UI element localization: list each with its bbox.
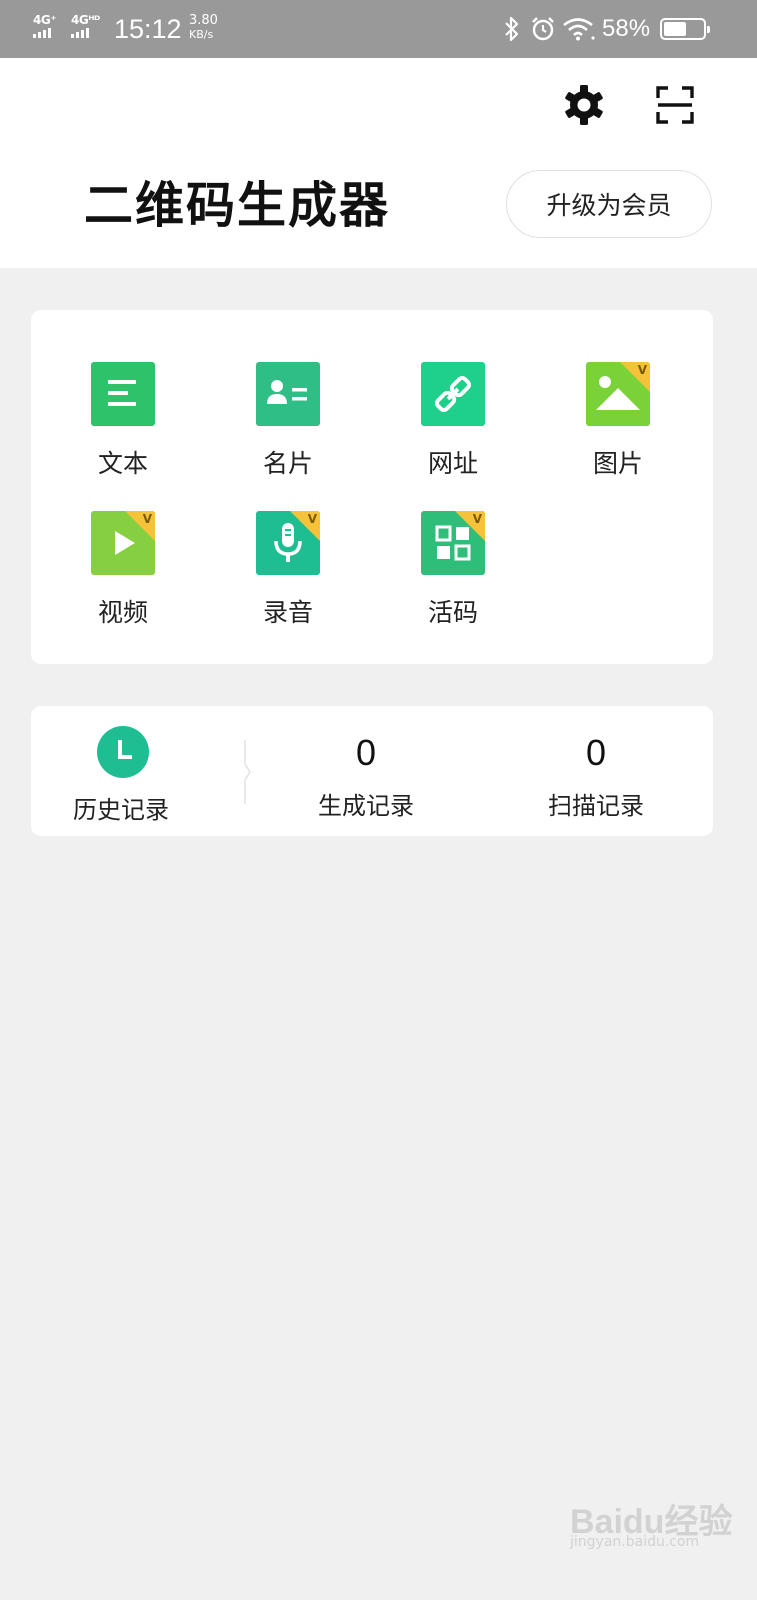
alarm-icon: [532, 17, 554, 41]
upgrade-vip-button[interactable]: 升级为会员: [506, 170, 712, 238]
function-image[interactable]: V 图片: [558, 362, 678, 480]
function-label: 录音: [262, 598, 313, 627]
function-text[interactable]: 文本: [63, 362, 183, 480]
status-bar: 4G⁺ 4Gᴴᴰ 15:12 3.80 KB/s 58%: [0, 0, 757, 58]
function-live-code[interactable]: V 活码: [393, 511, 513, 629]
app-header: 二维码生成器 升级为会员: [0, 58, 757, 268]
function-video[interactable]: V 视频: [63, 511, 183, 629]
function-label: 图片: [592, 449, 643, 478]
text-icon: [91, 362, 155, 426]
battery-percent: 58%: [602, 15, 651, 42]
bluetooth-icon: [505, 16, 519, 42]
network-speed-unit: KB/s: [189, 28, 214, 41]
video-icon: V: [91, 511, 155, 575]
network-speed-value: 3.80: [189, 13, 218, 28]
clock-time: 15:12: [114, 14, 182, 44]
battery-fill: [664, 22, 686, 36]
function-url[interactable]: 网址: [393, 362, 513, 480]
vip-badge-label: V: [142, 512, 152, 526]
vip-badge-label: V: [307, 512, 317, 526]
function-audio[interactable]: V 录音: [228, 511, 348, 629]
link-icon: [421, 362, 485, 426]
generated-label: 生成记录: [318, 792, 414, 820]
history-card: 历史记录 0 生成记录 0 扫描记录: [31, 706, 713, 836]
wifi-icon: [563, 18, 595, 41]
function-label: 视频: [97, 598, 148, 627]
function-grid: 文本 名片 网址 V 图片 V 视频 V 录音 V 活码: [31, 310, 713, 664]
function-label: 文本: [97, 449, 148, 478]
baidu-watermark: Baidu经验 jingyan.baidu.com: [570, 1494, 732, 1550]
function-label: 网址: [427, 449, 478, 478]
generated-records[interactable]: 0 生成记录: [296, 732, 436, 821]
divider-chevron-icon: [244, 740, 251, 804]
scanned-count: 0: [585, 732, 607, 773]
network-type-1: 4G⁺: [33, 13, 57, 27]
live-code-icon: V: [421, 511, 485, 575]
function-card[interactable]: 名片: [228, 362, 348, 480]
card-icon: [256, 362, 320, 426]
signal-bars-2-icon: [71, 28, 89, 38]
scan-icon[interactable]: [656, 86, 694, 124]
clock-icon[interactable]: [97, 726, 149, 778]
network-type-2: 4Gᴴᴰ: [71, 13, 100, 27]
scanned-records[interactable]: 0 扫描记录: [526, 732, 666, 821]
generated-count: 0: [355, 732, 377, 773]
image-icon: V: [586, 362, 650, 426]
function-label: 活码: [427, 598, 478, 627]
vip-badge-label: V: [472, 512, 482, 526]
vip-badge-label: V: [637, 363, 647, 377]
gear-icon[interactable]: [563, 84, 605, 126]
history-label[interactable]: 历史记录: [73, 790, 169, 825]
scanned-label: 扫描记录: [548, 792, 644, 820]
network-speed: 3.80 KB/s: [189, 14, 218, 42]
mic-icon: V: [256, 511, 320, 575]
signal-bars-1-icon: [33, 28, 51, 38]
battery-icon: [660, 18, 710, 40]
function-label: 名片: [262, 449, 313, 478]
watermark-sub: jingyan.baidu.com: [570, 1534, 700, 1550]
page-title: 二维码生成器: [84, 177, 391, 234]
